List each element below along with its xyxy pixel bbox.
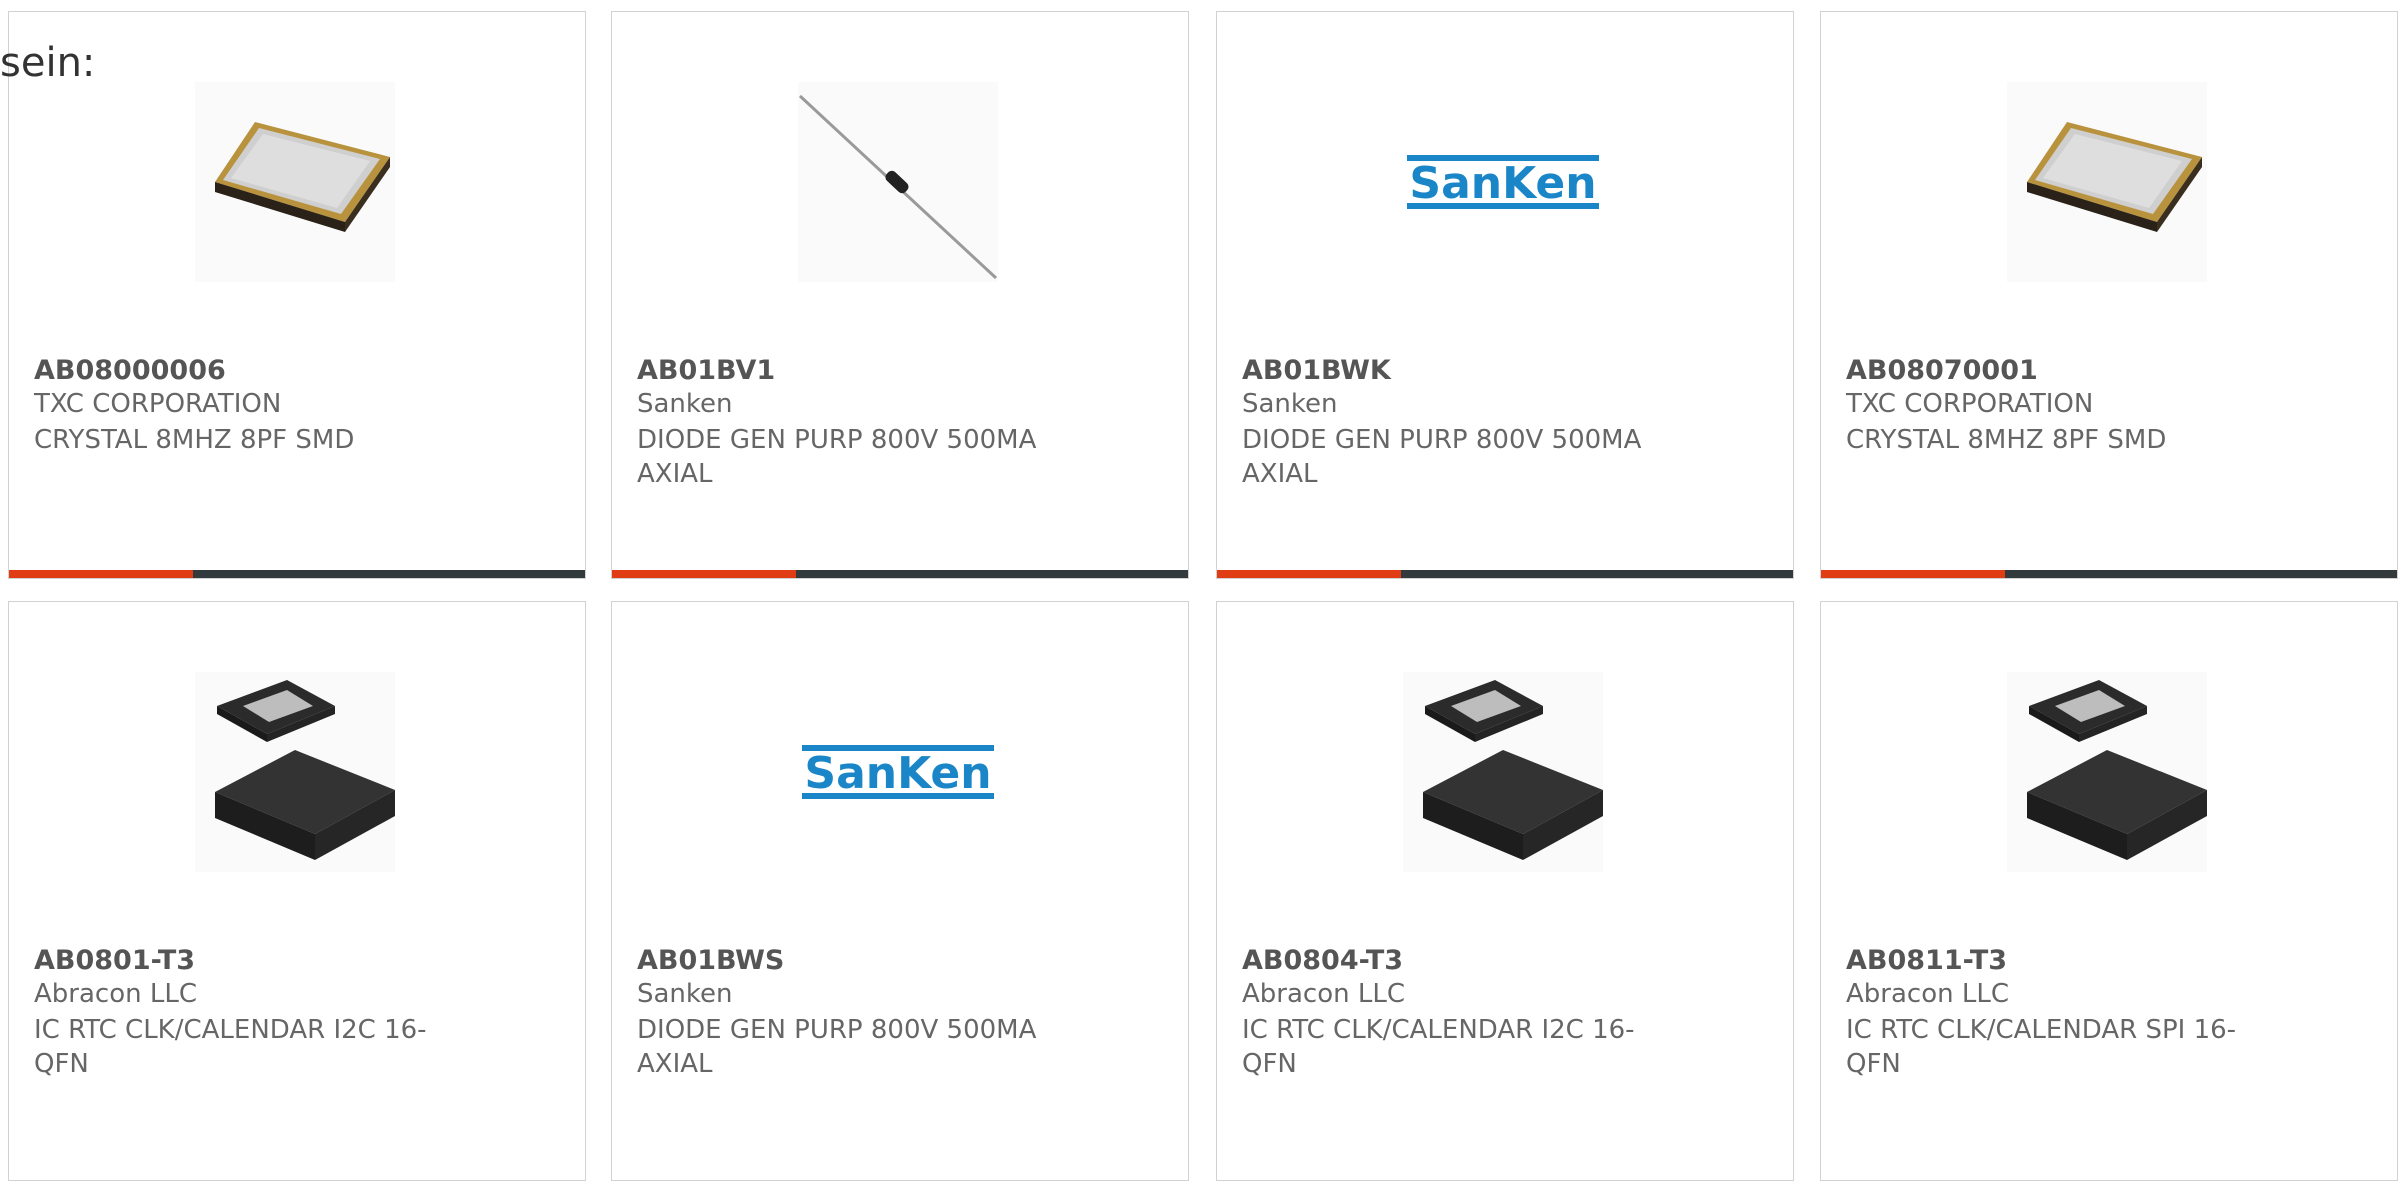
product-card[interactable]: SanKen AB01BWK Sanken DIODE GEN PURP 800…	[1216, 11, 1794, 579]
manufacturer: TXC CORPORATION	[34, 389, 282, 419]
manufacturer: TXC CORPORATION	[1846, 389, 2094, 419]
product-card[interactable]: AB01BV1 Sanken DIODE GEN PURP 800V 500MA…	[611, 11, 1189, 579]
sanken-logo[interactable]: SanKen	[1403, 82, 1603, 282]
sanken-logo[interactable]: SanKen	[798, 672, 998, 872]
product-grid: AB08000006 TXC CORPORATION CRYSTAL 8MHZ …	[0, 0, 2400, 1181]
part-number[interactable]: AB0804-T3	[1242, 945, 1403, 976]
description: IC RTC CLK/CALENDAR I2C 16-QFN	[34, 1015, 427, 1079]
axial-diode-image[interactable]	[798, 82, 998, 282]
svg-text:SanKen: SanKen	[1409, 158, 1596, 209]
product-card[interactable]: AB08070001 TXC CORPORATION CRYSTAL 8MHZ …	[1820, 11, 2398, 579]
part-number[interactable]: AB01BWK	[1242, 355, 1391, 386]
manufacturer: Abracon LLC	[1242, 979, 1405, 1009]
part-number[interactable]: AB08070001	[1846, 355, 2038, 386]
description: DIODE GEN PURP 800V 500MA AXIAL	[637, 1015, 1037, 1079]
description: CRYSTAL 8MHZ 8PF SMD	[1846, 425, 2167, 455]
qfn-chip-image[interactable]	[195, 672, 395, 872]
crystal-smd-image[interactable]	[195, 82, 395, 282]
card-accent-bar	[1217, 570, 1793, 578]
description: CRYSTAL 8MHZ 8PF SMD	[34, 425, 355, 455]
qfn-chip-image[interactable]	[1403, 672, 1603, 872]
description: IC RTC CLK/CALENDAR SPI 16-QFN	[1846, 1015, 2237, 1079]
part-number[interactable]: AB01BV1	[637, 355, 775, 386]
product-card[interactable]: AB0801-T3 Abracon LLC IC RTC CLK/CALENDA…	[8, 601, 586, 1181]
manufacturer: Sanken	[1242, 389, 1338, 419]
svg-text:SanKen: SanKen	[804, 748, 991, 799]
description: DIODE GEN PURP 800V 500MA AXIAL	[637, 425, 1037, 489]
part-number[interactable]: AB01BWS	[637, 945, 784, 976]
product-card[interactable]: AB08000006 TXC CORPORATION CRYSTAL 8MHZ …	[8, 11, 586, 579]
product-card[interactable]: AB0804-T3 Abracon LLC IC RTC CLK/CALENDA…	[1216, 601, 1794, 1181]
manufacturer: Abracon LLC	[34, 979, 197, 1009]
part-number[interactable]: AB0801-T3	[34, 945, 195, 976]
description: DIODE GEN PURP 800V 500MA AXIAL	[1242, 425, 1642, 489]
card-accent-bar	[1821, 570, 2397, 578]
description: IC RTC CLK/CALENDAR I2C 16-QFN	[1242, 1015, 1635, 1079]
product-card[interactable]: SanKen AB01BWS Sanken DIODE GEN PURP 800…	[611, 601, 1189, 1181]
card-accent-bar	[9, 570, 585, 578]
manufacturer: Abracon LLC	[1846, 979, 2009, 1009]
qfn-chip-image[interactable]	[2007, 672, 2207, 872]
part-number[interactable]: AB08000006	[34, 355, 226, 386]
product-card[interactable]: AB0811-T3 Abracon LLC IC RTC CLK/CALENDA…	[1820, 601, 2398, 1181]
manufacturer: Sanken	[637, 979, 733, 1009]
intro-text: sein:	[0, 40, 96, 86]
part-number[interactable]: AB0811-T3	[1846, 945, 2007, 976]
manufacturer: Sanken	[637, 389, 733, 419]
crystal-smd-image[interactable]	[2007, 82, 2207, 282]
card-accent-bar	[612, 570, 1188, 578]
